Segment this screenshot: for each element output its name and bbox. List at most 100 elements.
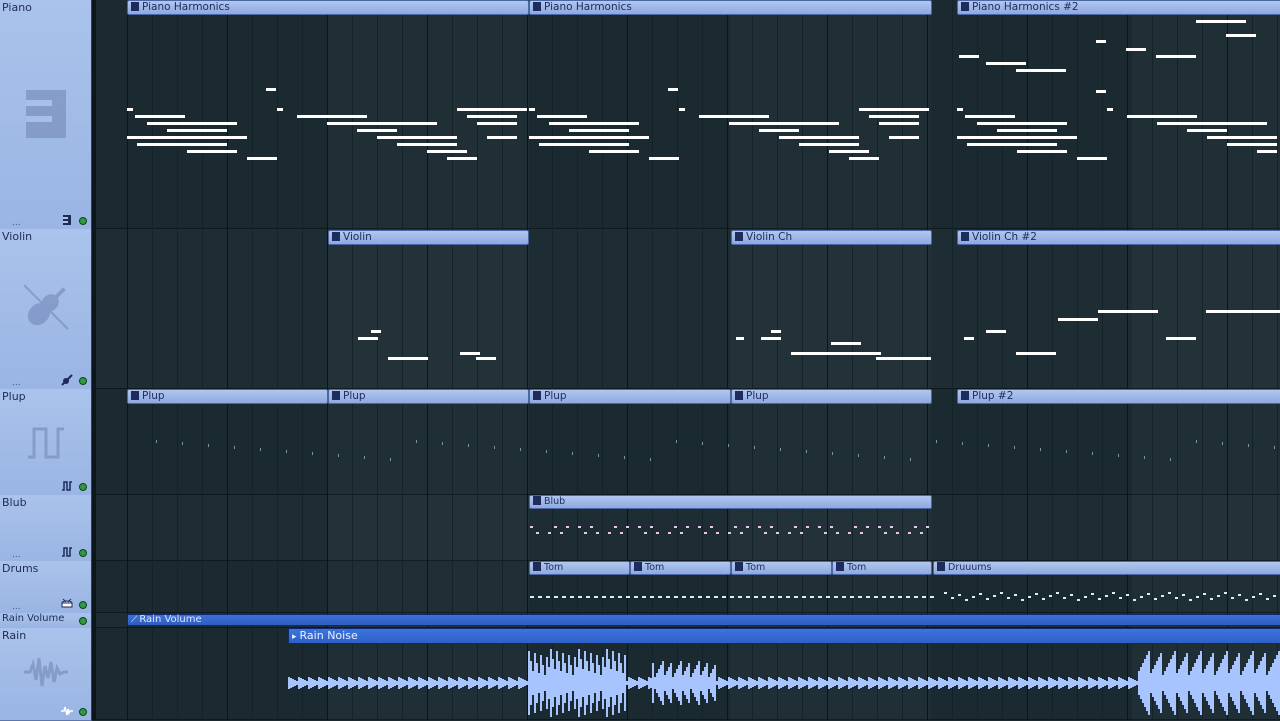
beat-line xyxy=(602,0,603,720)
track-header-violin[interactable]: Violin ... xyxy=(0,229,92,390)
piano-note xyxy=(1077,157,1107,160)
clip-piano-harmonics-2[interactable]: Piano Harmonics xyxy=(529,0,932,15)
clip-plup-1[interactable]: Plup xyxy=(127,389,328,404)
waveform-segment xyxy=(1014,680,1016,686)
waveform-segment xyxy=(430,678,432,688)
waveform-segment xyxy=(1090,678,1092,688)
drum-note xyxy=(730,596,734,598)
waveform-segment xyxy=(1236,657,1238,709)
waveform-segment xyxy=(452,679,454,687)
blub-note xyxy=(668,532,671,534)
piano-note xyxy=(1126,48,1146,51)
waveform-segment xyxy=(1094,680,1096,686)
drum-note xyxy=(834,596,838,598)
waveform-segment xyxy=(980,678,982,688)
waveform-segment xyxy=(930,678,932,688)
waveform-segment xyxy=(1128,677,1130,689)
track-header-blub[interactable]: Blub ... xyxy=(0,495,92,562)
clip-druuums[interactable]: Druuums xyxy=(933,561,1280,575)
plup-note xyxy=(1040,448,1041,451)
waveform-segment xyxy=(866,681,868,685)
track-enable-led[interactable] xyxy=(79,483,87,491)
waveform-segment xyxy=(928,677,930,689)
plup-note xyxy=(468,444,469,447)
waveform-segment xyxy=(376,681,378,685)
waveform-segment xyxy=(726,681,728,685)
piano-roll-icon xyxy=(937,562,945,571)
track-header-rain-volume[interactable]: Rain Volume xyxy=(0,613,92,629)
waveform-segment xyxy=(484,680,486,686)
blub-note xyxy=(806,526,809,528)
track-header-plup[interactable]: Plup xyxy=(0,389,92,496)
waveform-segment xyxy=(856,681,858,685)
playlist-area[interactable]: Piano Harmonics Piano Harmonics Piano Ha… xyxy=(96,0,1280,720)
clip-tom-4[interactable]: Tom xyxy=(832,561,932,575)
clip-plup-2[interactable]: Plup xyxy=(328,389,529,404)
waveform-segment xyxy=(326,681,328,685)
clip-tom-1[interactable]: Tom xyxy=(529,561,630,575)
drum-note xyxy=(1000,592,1003,594)
clip-piano-harmonics-1[interactable]: Piano Harmonics xyxy=(127,0,529,15)
waveform-segment xyxy=(746,681,748,685)
piano-note xyxy=(849,157,879,160)
piano-note xyxy=(147,122,237,125)
blub-note xyxy=(866,526,869,528)
waveform-segment xyxy=(1216,671,1218,695)
drum-note xyxy=(1098,598,1101,600)
track-header-piano[interactable]: Piano ... xyxy=(0,0,92,230)
waveform-segment xyxy=(932,679,934,687)
waveform-segment xyxy=(560,671,562,695)
waveform-segment xyxy=(1212,653,1214,713)
waveform-segment xyxy=(720,678,722,688)
waveform-segment xyxy=(1030,678,1032,688)
waveform-segment xyxy=(1176,673,1178,693)
plup-note xyxy=(1248,444,1249,447)
waveform-segment xyxy=(822,679,824,687)
drum-note xyxy=(770,596,774,598)
clip-plup-5[interactable]: Plup #2 xyxy=(957,389,1280,404)
track-header-rain[interactable]: Rain xyxy=(0,628,92,721)
track-enable-led[interactable] xyxy=(79,708,87,716)
blub-note xyxy=(590,526,593,528)
clip-plup-4[interactable]: Plup xyxy=(731,389,932,404)
waveform-segment xyxy=(404,680,406,686)
clip-piano-harmonics-3[interactable]: Piano Harmonics #2 xyxy=(957,0,1280,15)
waveform-segment xyxy=(950,678,952,688)
waveform-segment xyxy=(900,678,902,688)
clip-plup-3[interactable]: Plup xyxy=(529,389,731,404)
track-enable-led[interactable] xyxy=(79,617,87,625)
track-header-drums[interactable]: Drums ... xyxy=(0,561,92,614)
waveform-segment xyxy=(528,651,530,715)
track-enable-led[interactable] xyxy=(79,601,87,609)
waveform-segment xyxy=(650,678,652,688)
waveform-segment xyxy=(1044,680,1046,686)
waveform-segment xyxy=(926,681,928,685)
track-enable-led[interactable] xyxy=(79,549,87,557)
clip-tom-3[interactable]: Tom xyxy=(731,561,832,575)
clip-violin[interactable]: Violin xyxy=(328,230,529,245)
waveform-segment xyxy=(370,678,372,688)
track-enable-led[interactable] xyxy=(79,217,87,225)
clip-blub[interactable]: Blub xyxy=(529,495,932,509)
piano-note xyxy=(457,108,527,111)
violin-note xyxy=(761,337,781,340)
waveform-segment xyxy=(982,679,984,687)
clip-violin-ch-2[interactable]: Violin Ch #2 xyxy=(957,230,1280,245)
waveform-segment xyxy=(1022,679,1024,687)
waveform-segment xyxy=(984,680,986,686)
clip-rain-noise[interactable]: ▸ Rain Noise xyxy=(288,628,1280,644)
track-enable-led[interactable] xyxy=(79,377,87,385)
waveform-segment xyxy=(946,681,948,685)
drum-note xyxy=(546,596,550,598)
waveform-segment xyxy=(1194,663,1196,703)
clip-violin-ch[interactable]: Violin Ch xyxy=(731,230,932,245)
clip-tom-2[interactable]: Tom xyxy=(630,561,731,575)
waveform-segment xyxy=(674,673,676,693)
blub-note xyxy=(800,532,803,534)
drum-note xyxy=(714,596,718,598)
clip-rain-volume-automation[interactable]: ⟋ Rain Volume xyxy=(127,614,1280,626)
waveform-segment xyxy=(896,681,898,685)
waveform-segment xyxy=(774,680,776,686)
waveform-segment xyxy=(456,681,458,685)
waveform-segment xyxy=(654,677,656,689)
